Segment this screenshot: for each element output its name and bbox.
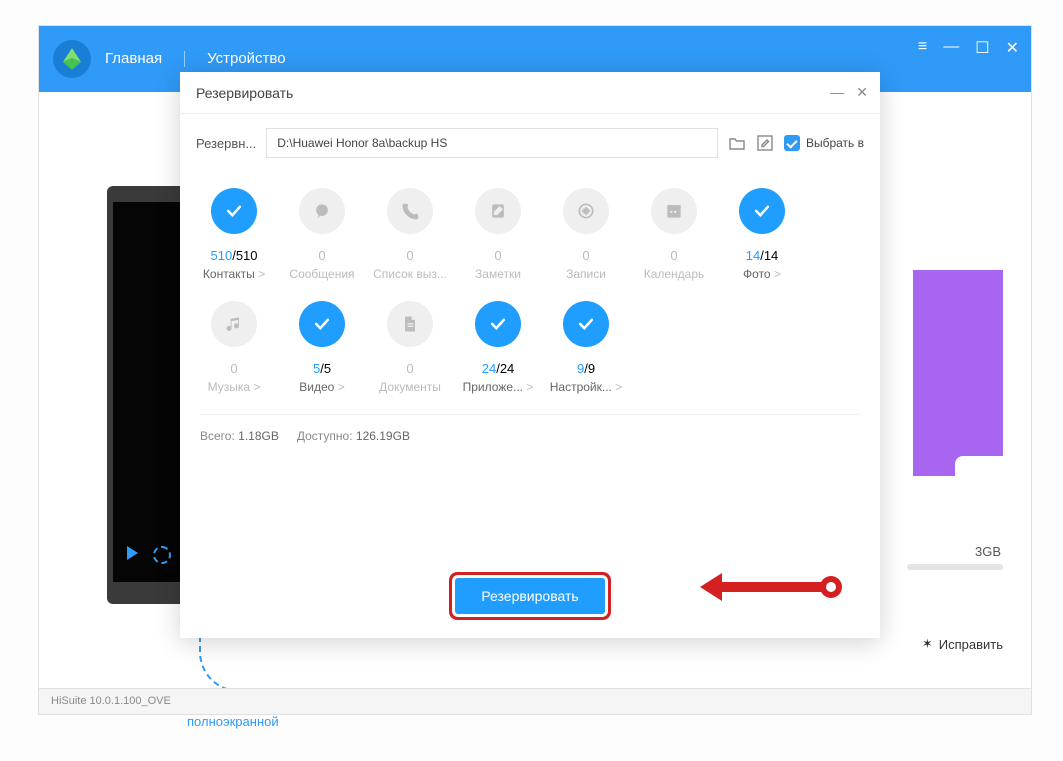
available-size: Доступно: 126.19GB [297,429,410,443]
path-row: Резервн... Выбрать в [180,114,880,168]
category-count: 0 [366,361,454,376]
category-icon [563,301,609,347]
category-item[interactable]: 0 Заметки [454,188,542,281]
menu-icon[interactable]: ≡ [918,38,927,58]
category-count: 14/14 [718,248,806,263]
category-item[interactable]: 0 Записи [542,188,630,281]
category-grid: 510/510 Контакты > 0 Сообщения 0 Список … [180,168,880,414]
category-label: Документы [366,380,454,394]
category-icon [299,301,345,347]
nav-home[interactable]: Главная [105,50,162,69]
category-item[interactable]: 5/5 Видео > [278,301,366,394]
total-size: Всего: 1.18GB [200,429,279,443]
path-label: Резервн... [196,136,256,151]
category-icon [739,188,785,234]
category-icon [211,188,257,234]
dialog-title: Резервировать [196,85,293,101]
nav-device-label: Устройство [207,50,285,67]
category-label: Календарь [630,267,718,281]
category-label: Фото > [718,267,806,281]
category-item[interactable]: 0 Музыка > [190,301,278,394]
category-count: 0 [542,248,630,263]
category-count: 0 [278,248,366,263]
select-all-label: Выбрать в [806,136,864,150]
category-count: 0 [454,248,542,263]
category-icon [651,188,697,234]
category-count: 24/24 [454,361,542,376]
category-label: Приложе... > [454,380,542,394]
category-label: Сообщения [278,267,366,281]
statusbar: HiSuite 10.0.1.100_OVE [39,688,1031,714]
category-count: 0 [366,248,454,263]
fix-button[interactable]: ✶ Исправить [922,636,1003,652]
category-label: Контакты > [190,267,278,281]
backup-button[interactable]: Резервировать [455,578,604,614]
category-item[interactable]: 0 Список выз... [366,188,454,281]
dialog-minimize-icon[interactable]: — [830,84,844,101]
fix-label: Исправить [939,637,1003,652]
category-icon [563,188,609,234]
play-icon[interactable] [127,546,138,560]
category-label: Записи [542,267,630,281]
checkbox-checked-icon [784,135,800,151]
category-icon [299,188,345,234]
edit-path-icon[interactable] [756,134,774,152]
category-item[interactable]: 24/24 Приложе... > [454,301,542,394]
totals-row: Всего: 1.18GB Доступно: 126.19GB [200,414,860,457]
close-icon[interactable]: ✕ [1006,38,1019,58]
category-count: 9/9 [542,361,630,376]
hint-arrow-icon [199,632,249,692]
storage-value: 3GB [975,544,1001,559]
dialog-title-bar: Резервировать — ✕ [180,72,880,114]
category-count: 5/5 [278,361,366,376]
category-icon [387,188,433,234]
minimize-icon[interactable]: — [943,38,959,58]
wrench-icon: ✶ [922,636,933,652]
media-tile[interactable] [913,270,1003,476]
category-icon [211,301,257,347]
browse-folder-icon[interactable] [728,134,746,152]
category-item[interactable]: 0 Сообщения [278,188,366,281]
media-tile-cut [955,456,1003,500]
version-text: HiSuite 10.0.1.100_OVE [51,695,171,707]
path-input[interactable] [266,128,718,158]
category-label: Видео > [278,380,366,394]
category-icon [475,301,521,347]
category-item[interactable]: 14/14 Фото > [718,188,806,281]
dialog-close-icon[interactable]: ✕ [856,84,868,101]
app-logo-icon [53,40,91,78]
category-label: Список выз... [366,267,454,281]
category-label: Музыка > [190,380,278,394]
category-label: Заметки [454,267,542,281]
annotation-arrow-icon [706,572,836,600]
category-icon [475,188,521,234]
backup-dialog: Резервировать — ✕ Резервн... Выбрать в 5… [180,72,880,638]
storage-bar [907,564,1003,570]
category-item[interactable]: 9/9 Настройк... > [542,301,630,394]
category-count: 0 [190,361,278,376]
category-count: 0 [630,248,718,263]
category-icon [387,301,433,347]
fullscreen-link[interactable]: полноэкранной [187,714,279,729]
category-count: 510/510 [190,248,278,263]
category-item[interactable]: 0 Календарь [630,188,718,281]
category-label: Настройк... > [542,380,630,394]
loading-icon [153,546,171,564]
category-item[interactable]: 0 Документы [366,301,454,394]
nav-device[interactable]: Устройство [207,50,285,69]
nav-separator [184,51,185,67]
select-all-checkbox[interactable]: Выбрать в [784,135,864,151]
maximize-icon[interactable]: ☐ [975,38,989,58]
category-item[interactable]: 510/510 Контакты > [190,188,278,281]
